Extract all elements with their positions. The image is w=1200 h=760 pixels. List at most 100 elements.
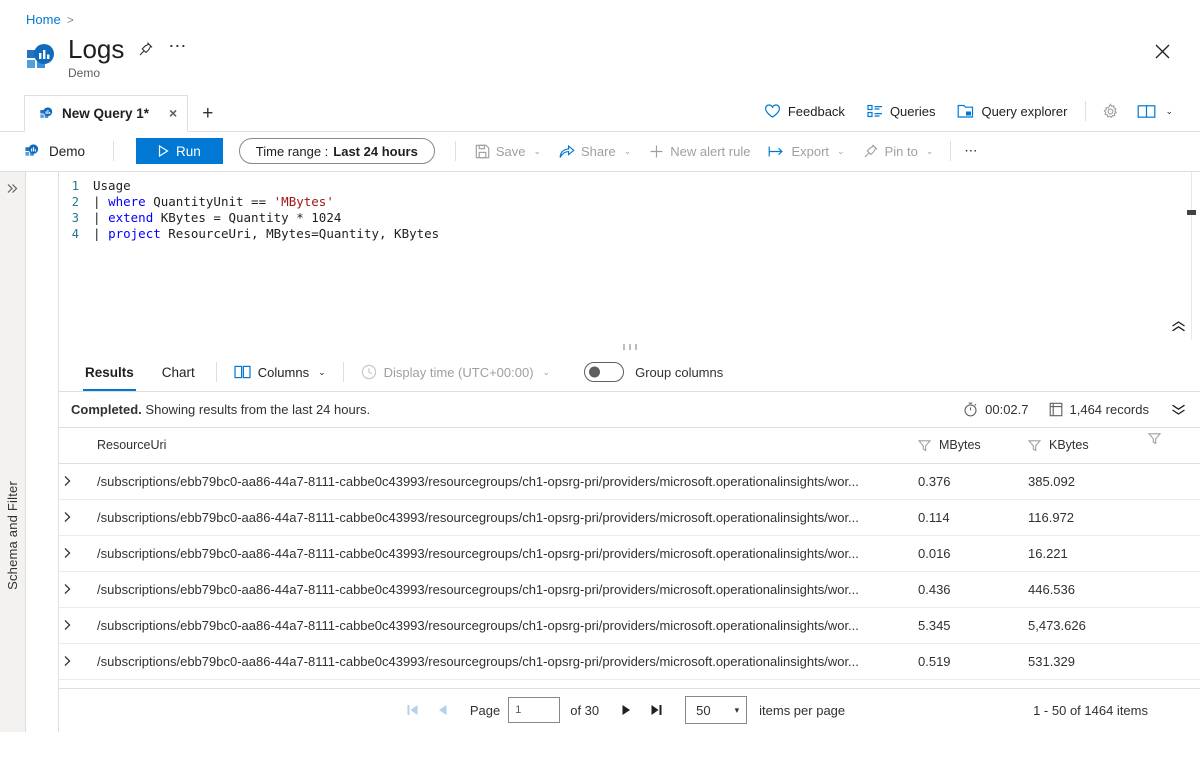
- breadcrumb-home-link[interactable]: Home: [26, 12, 61, 27]
- filter-funnel-icon[interactable]: [1028, 439, 1041, 452]
- query-scope[interactable]: Demo: [24, 143, 85, 159]
- new-query-tab-button[interactable]: +: [188, 104, 225, 125]
- group-columns-toggle[interactable]: Group columns: [584, 362, 723, 383]
- editor-results-splitter[interactable]: [58, 339, 1200, 354]
- run-label: Run: [176, 143, 201, 159]
- pagination-bar: Page of 30 50 ▾ items per p: [59, 687, 1200, 732]
- table-row[interactable]: /subscriptions/ebb79bc0-aa86-44a7-8111-c…: [59, 464, 1200, 500]
- query-tab[interactable]: New Query 1* ×: [24, 94, 189, 132]
- columns-icon: [234, 365, 251, 379]
- editor-scrollbar-thumb[interactable]: [1187, 209, 1196, 215]
- query-tab-strip: New Query 1* × + Feedback Queries Query …: [0, 94, 1200, 132]
- editor-collapse-button[interactable]: [1171, 320, 1186, 332]
- double-chevron-right-icon[interactable]: [6, 182, 19, 195]
- layout-book-button[interactable]: ⌄: [1128, 100, 1182, 123]
- code-token: |: [93, 225, 109, 241]
- expand-results-button[interactable]: [1171, 404, 1186, 415]
- run-button[interactable]: Run: [136, 138, 223, 165]
- query-tab-close-icon[interactable]: ×: [169, 105, 177, 121]
- book-icon: [1137, 104, 1156, 119]
- query-code[interactable]: 1 Usage 2 | where QuantityUnit == 'MByte…: [59, 172, 1200, 242]
- time-range-picker[interactable]: Time range : Last 24 hours: [238, 138, 435, 165]
- toggle-knob: [589, 366, 601, 378]
- settings-button[interactable]: [1093, 99, 1128, 124]
- schema-filter-rail[interactable]: Schema and Filter: [0, 171, 26, 732]
- chevron-right-icon[interactable]: [63, 547, 97, 559]
- code-line: 1 Usage: [59, 178, 1200, 194]
- chevron-right-icon[interactable]: [63, 583, 97, 595]
- column-header-kbytes[interactable]: KBytes: [1028, 438, 1148, 452]
- header-more-icon[interactable]: ⋯: [168, 37, 187, 57]
- columns-button[interactable]: Columns ⌄: [224, 361, 336, 384]
- column-header-kbytes-label: KBytes: [1049, 438, 1089, 453]
- next-page-button[interactable]: [611, 704, 641, 716]
- table-row[interactable]: /subscriptions/ebb79bc0-aa86-44a7-8111-c…: [59, 680, 1200, 688]
- chevron-right-icon[interactable]: [63, 475, 97, 487]
- share-button[interactable]: Share ⌄: [550, 140, 640, 163]
- table-row[interactable]: /subscriptions/ebb79bc0-aa86-44a7-8111-c…: [59, 644, 1200, 680]
- results-panel: Results Chart Columns ⌄ Display time (UT…: [58, 353, 1200, 732]
- table-row[interactable]: /subscriptions/ebb79bc0-aa86-44a7-8111-c…: [59, 572, 1200, 608]
- editor-scrollbar-track[interactable]: [1191, 171, 1192, 340]
- code-token: ResourceUri, MBytes=Quantity, KBytes: [160, 225, 440, 241]
- save-button[interactable]: Save ⌄: [466, 140, 550, 163]
- chevron-down-icon[interactable]: ⌄: [1165, 106, 1173, 117]
- column-header-mbytes[interactable]: MBytes: [918, 438, 1028, 452]
- cell-mbytes: 5.345: [918, 617, 951, 633]
- table-row[interactable]: /subscriptions/ebb79bc0-aa86-44a7-8111-c…: [59, 536, 1200, 572]
- column-header-filter-end[interactable]: [1148, 432, 1200, 459]
- chevron-right-icon[interactable]: [63, 511, 97, 523]
- filter-funnel-icon[interactable]: [1148, 432, 1200, 445]
- export-icon: [768, 145, 785, 158]
- toggle-switch[interactable]: [584, 362, 625, 383]
- command-overflow-button[interactable]: ⋯: [955, 139, 986, 163]
- query-editor[interactable]: 1 Usage 2 | where QuantityUnit == 'MByte…: [58, 171, 1200, 340]
- pin-to-button[interactable]: Pin to ⌄: [854, 139, 943, 163]
- code-token: |: [93, 209, 109, 225]
- query-explorer-button[interactable]: Query explorer: [946, 100, 1078, 123]
- page-size-select[interactable]: 50 ▾: [685, 696, 748, 725]
- cell-mbytes: 0.376: [918, 473, 951, 489]
- tab-strip-actions: Feedback Queries Query explorer ⌄: [753, 99, 1200, 124]
- save-label: Save: [495, 143, 526, 159]
- schema-filter-label: Schema and Filter: [5, 480, 20, 590]
- table-row[interactable]: /subscriptions/ebb79bc0-aa86-44a7-8111-c…: [59, 500, 1200, 536]
- share-icon: [559, 144, 575, 159]
- chevron-right-icon[interactable]: [63, 655, 97, 667]
- item-range-label: 1 - 50 of 1464 items: [1033, 702, 1148, 718]
- pin-icon: [863, 143, 879, 159]
- divider: [113, 141, 115, 162]
- splitter-handle-icon: [622, 343, 637, 350]
- last-page-button[interactable]: [641, 704, 671, 716]
- gear-icon: [1102, 102, 1119, 120]
- cell-resourceuri: /subscriptions/ebb79bc0-aa86-44a7-8111-c…: [97, 545, 859, 561]
- close-icon[interactable]: [1146, 35, 1178, 67]
- query-explorer-label: Query explorer: [981, 103, 1068, 119]
- export-button[interactable]: Export ⌄: [759, 140, 853, 163]
- pin-icon[interactable]: [138, 41, 154, 57]
- column-header-resourceuri[interactable]: ResourceUri: [97, 438, 918, 452]
- queries-button[interactable]: Queries: [856, 100, 947, 123]
- first-page-button[interactable]: [398, 704, 428, 716]
- previous-page-button[interactable]: [428, 704, 458, 716]
- display-time-button[interactable]: Display time (UTC+00:00) ⌄: [351, 360, 560, 384]
- table-row[interactable]: /subscriptions/ebb79bc0-aa86-44a7-8111-c…: [59, 608, 1200, 644]
- tab-results[interactable]: Results: [71, 353, 148, 392]
- items-per-page-label: items per page: [759, 702, 846, 718]
- line-number: 2: [71, 194, 79, 209]
- page-number-input[interactable]: [508, 697, 561, 724]
- line-number: 4: [71, 226, 79, 241]
- list-icon: [867, 104, 883, 118]
- chevron-down-icon: ▾: [734, 704, 740, 715]
- pin-to-label: Pin to: [884, 143, 918, 159]
- tab-chart[interactable]: Chart: [148, 353, 209, 391]
- code-token: extend: [108, 209, 154, 225]
- page-title: Logs: [68, 34, 125, 64]
- cell-mbytes: 0.519: [918, 653, 951, 669]
- column-header-mbytes-label: MBytes: [939, 438, 981, 453]
- chevron-right-icon[interactable]: [63, 619, 97, 631]
- feedback-button[interactable]: Feedback: [753, 99, 856, 123]
- status-completed-label: Completed.: [71, 401, 142, 417]
- filter-funnel-icon[interactable]: [918, 439, 931, 452]
- new-alert-rule-button[interactable]: New alert rule: [640, 140, 759, 163]
